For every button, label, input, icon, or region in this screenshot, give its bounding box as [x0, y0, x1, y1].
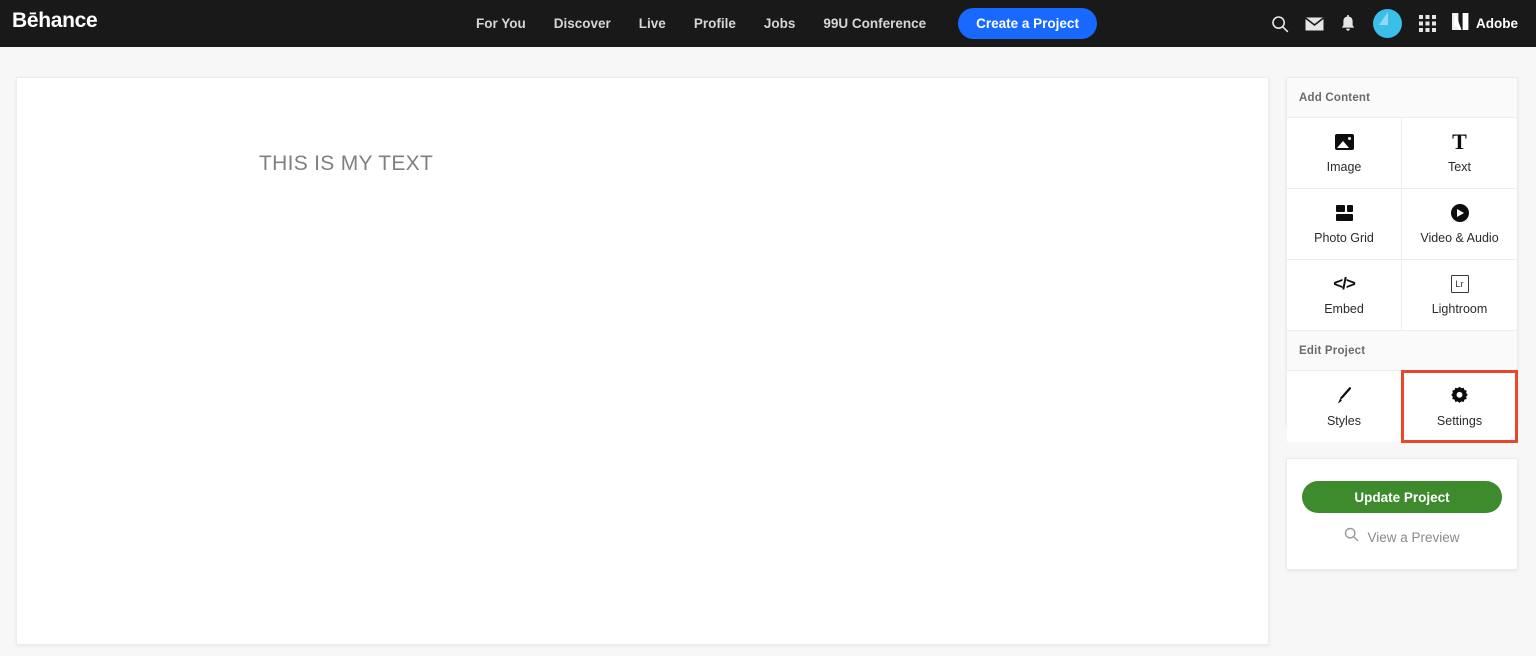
project-actions-panel: Update Project View a Preview: [1286, 458, 1518, 570]
add-lightroom-tile[interactable]: Lr Lightroom: [1402, 260, 1517, 331]
project-editor-canvas[interactable]: THIS IS MY TEXT: [16, 77, 1269, 645]
update-project-button[interactable]: Update Project: [1302, 481, 1502, 513]
view-preview-link[interactable]: View a Preview: [1344, 527, 1459, 547]
edit-project-header: Edit Project: [1287, 331, 1517, 371]
add-content-tiles: Image T Text Photo Grid Video & Audio </…: [1287, 118, 1517, 331]
adobe-brand-link[interactable]: Adobe: [1444, 0, 1528, 47]
add-video-audio-label: Video & Audio: [1420, 231, 1498, 245]
add-photo-grid-tile[interactable]: Photo Grid: [1287, 189, 1402, 260]
add-text-label: Text: [1448, 160, 1471, 174]
gear-icon: [1450, 386, 1469, 406]
nav-link-discover[interactable]: Discover: [540, 0, 625, 47]
video-audio-icon: [1451, 203, 1469, 223]
add-video-audio-tile[interactable]: Video & Audio: [1402, 189, 1517, 260]
add-embed-label: Embed: [1324, 302, 1364, 316]
magnifier-icon: [1344, 527, 1359, 547]
lightroom-icon: Lr: [1451, 274, 1469, 294]
create-a-project-button[interactable]: Create a Project: [958, 8, 1097, 39]
canvas-text-block[interactable]: THIS IS MY TEXT: [259, 152, 433, 176]
behance-logo[interactable]: Bēhance: [12, 7, 97, 35]
notifications-bell-icon[interactable]: [1331, 0, 1365, 47]
nav-link-for-you[interactable]: For You: [476, 0, 540, 47]
paintbrush-icon: [1335, 386, 1354, 406]
mail-icon[interactable]: [1297, 0, 1331, 47]
settings-tile[interactable]: Settings: [1402, 371, 1517, 442]
nav-link-jobs[interactable]: Jobs: [750, 0, 810, 47]
nav-utility-icons: Adobe: [1263, 0, 1528, 47]
add-lightroom-label: Lightroom: [1432, 302, 1488, 316]
nav-link-live[interactable]: Live: [625, 0, 680, 47]
add-photo-grid-label: Photo Grid: [1314, 231, 1374, 245]
user-avatar[interactable]: [1373, 9, 1402, 38]
text-icon: T: [1452, 132, 1467, 152]
edit-project-tiles: Styles Settings: [1287, 371, 1517, 442]
styles-tile[interactable]: Styles: [1287, 371, 1402, 442]
add-content-header: Add Content: [1287, 78, 1517, 118]
editor-tools-panel: Add Content Image T Text Photo Grid Vide…: [1286, 77, 1518, 425]
add-image-label: Image: [1327, 160, 1362, 174]
settings-label: Settings: [1437, 414, 1482, 428]
primary-nav: For You Discover Live Profile Jobs 99U C…: [476, 0, 1097, 47]
adobe-logo-icon: [1452, 13, 1470, 35]
nav-link-99u-conference[interactable]: 99U Conference: [809, 0, 940, 47]
add-text-tile[interactable]: T Text: [1402, 118, 1517, 189]
styles-label: Styles: [1327, 414, 1361, 428]
adobe-label: Adobe: [1476, 16, 1518, 31]
nav-link-profile[interactable]: Profile: [680, 0, 750, 47]
app-grid-icon[interactable]: [1410, 0, 1444, 47]
image-icon: [1335, 132, 1354, 152]
view-preview-label: View a Preview: [1367, 530, 1459, 545]
search-icon[interactable]: [1263, 0, 1297, 47]
top-navigation-bar: Bēhance For You Discover Live Profile Jo…: [0, 0, 1536, 47]
photo-grid-icon: [1336, 203, 1353, 223]
embed-code-icon: </>: [1333, 274, 1355, 294]
add-embed-tile[interactable]: </> Embed: [1287, 260, 1402, 331]
add-image-tile[interactable]: Image: [1287, 118, 1402, 189]
